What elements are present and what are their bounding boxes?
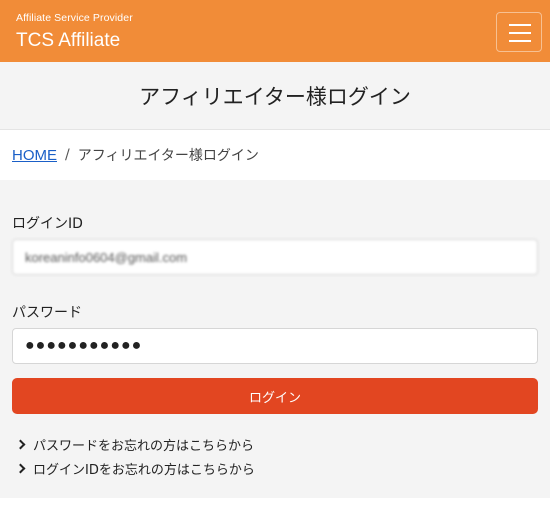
breadcrumb-current: アフィリエイター様ログイン bbox=[77, 148, 259, 164]
login-form-panel: ログインID パスワード ログイン パスワードをお忘れの方はこちらから ログイン… bbox=[0, 180, 550, 498]
help-links: パスワードをお忘れの方はこちらから ログインIDをお忘れの方はこちらから bbox=[15, 432, 255, 480]
password-label: パスワード bbox=[12, 305, 82, 321]
chevron-right-icon bbox=[15, 463, 26, 473]
breadcrumb-home-link[interactable]: HOME bbox=[12, 147, 57, 164]
header-subtitle: Affiliate Service Provider bbox=[16, 12, 133, 24]
forgot-password-label: パスワードをお忘れの方はこちらから bbox=[33, 438, 255, 454]
login-button[interactable]: ログイン bbox=[12, 378, 538, 414]
forgot-password-link[interactable]: パスワードをお忘れの方はこちらから bbox=[15, 432, 255, 456]
breadcrumb: HOME / アフィリエイター様ログイン bbox=[12, 145, 259, 165]
page-title-band: アフィリエイター様ログイン bbox=[0, 62, 550, 130]
page-title: アフィリエイター様ログイン bbox=[139, 84, 411, 109]
brand-logo-text[interactable]: TCS Affiliate bbox=[16, 30, 120, 52]
top-navbar: Affiliate Service Provider TCS Affiliate bbox=[0, 0, 550, 62]
forgot-login-id-link[interactable]: ログインIDをお忘れの方はこちらから bbox=[15, 456, 255, 480]
password-input[interactable] bbox=[12, 328, 538, 364]
login-id-label: ログインID bbox=[12, 216, 83, 232]
forgot-login-id-label: ログインIDをお忘れの方はこちらから bbox=[33, 462, 255, 478]
hamburger-menu-button[interactable] bbox=[496, 12, 542, 52]
breadcrumb-separator: / bbox=[65, 147, 70, 163]
chevron-right-icon bbox=[15, 439, 26, 449]
login-id-input[interactable] bbox=[12, 239, 538, 275]
